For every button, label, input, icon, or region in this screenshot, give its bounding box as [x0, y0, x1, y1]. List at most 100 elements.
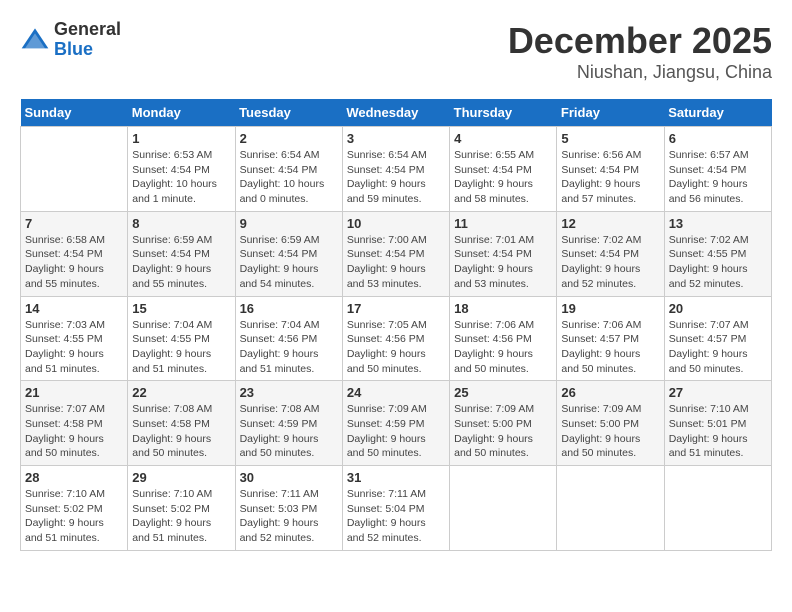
calendar-cell — [21, 127, 128, 212]
day-detail: Sunrise: 6:54 AMSunset: 4:54 PMDaylight:… — [240, 148, 338, 207]
day-detail: Sunrise: 7:05 AMSunset: 4:56 PMDaylight:… — [347, 318, 445, 377]
day-detail: Sunrise: 7:02 AMSunset: 4:54 PMDaylight:… — [561, 233, 659, 292]
day-detail: Sunrise: 7:07 AMSunset: 4:57 PMDaylight:… — [669, 318, 767, 377]
calendar-cell: 21 Sunrise: 7:07 AMSunset: 4:58 PMDayligh… — [21, 381, 128, 466]
calendar-cell — [664, 466, 771, 551]
calendar-cell: 18 Sunrise: 7:06 AMSunset: 4:56 PMDayligh… — [450, 296, 557, 381]
day-number: 22 — [132, 385, 230, 400]
calendar-cell: 27Sunrise: 7:10 AMSunset: 5:01 PMDayligh… — [664, 381, 771, 466]
day-detail: Sunrise: 7:06 AMSunset: 4:57 PMDaylight:… — [561, 318, 659, 377]
calendar-week-row: 21 Sunrise: 7:07 AMSunset: 4:58 PMDayligh… — [21, 381, 772, 466]
day-of-week-header: Friday — [557, 99, 664, 127]
day-number: 24 — [347, 385, 445, 400]
calendar-cell: 9Sunrise: 6:59 AMSunset: 4:54 PMDaylight… — [235, 211, 342, 296]
calendar-cell: 8Sunrise: 6:59 AMSunset: 4:54 PMDaylight… — [128, 211, 235, 296]
calendar-cell: 31Sunrise: 7:11 AMSunset: 5:04 PMDayligh… — [342, 466, 449, 551]
day-number: 13 — [669, 216, 767, 231]
calendar-cell: 15Sunrise: 7:04 AMSunset: 4:55 PMDayligh… — [128, 296, 235, 381]
calendar-cell: 30 Sunrise: 7:11 AMSunset: 5:03 PMDayligh… — [235, 466, 342, 551]
calendar-cell — [450, 466, 557, 551]
calendar-cell: 14 Sunrise: 7:03 AMSunset: 4:55 PMDayligh… — [21, 296, 128, 381]
day-number: 30 — [240, 470, 338, 485]
day-number: 6 — [669, 131, 767, 146]
day-detail: Sunrise: 7:04 AMSunset: 4:56 PMDaylight:… — [240, 318, 338, 377]
calendar-cell: 5 Sunrise: 6:56 AMSunset: 4:54 PMDaylight… — [557, 127, 664, 212]
calendar-cell — [557, 466, 664, 551]
calendar-cell: 24 Sunrise: 7:09 AMSunset: 4:59 PMDayligh… — [342, 381, 449, 466]
calendar-cell: 25 Sunrise: 7:09 AMSunset: 5:00 PMDayligh… — [450, 381, 557, 466]
day-number: 19 — [561, 301, 659, 316]
calendar-week-row: 1Sunrise: 6:53 AMSunset: 4:54 PMDaylight… — [21, 127, 772, 212]
page-header: General Blue December 2025 Niushan, Jian… — [20, 20, 772, 83]
calendar-cell: 28Sunrise: 7:10 AMSunset: 5:02 PMDayligh… — [21, 466, 128, 551]
header-row: SundayMondayTuesdayWednesdayThursdayFrid… — [21, 99, 772, 127]
calendar-cell: 16 Sunrise: 7:04 AMSunset: 4:56 PMDayligh… — [235, 296, 342, 381]
logo-icon — [20, 25, 50, 55]
day-number: 15 — [132, 301, 230, 316]
calendar-cell: 6 Sunrise: 6:57 AMSunset: 4:54 PMDaylight… — [664, 127, 771, 212]
calendar-week-row: 14 Sunrise: 7:03 AMSunset: 4:55 PMDayligh… — [21, 296, 772, 381]
day-number: 11 — [454, 216, 552, 231]
day-detail: Sunrise: 7:08 AMSunset: 4:58 PMDaylight:… — [132, 402, 230, 461]
calendar-week-row: 28Sunrise: 7:10 AMSunset: 5:02 PMDayligh… — [21, 466, 772, 551]
calendar-cell: 26Sunrise: 7:09 AMSunset: 5:00 PMDayligh… — [557, 381, 664, 466]
day-detail: Sunrise: 6:55 AMSunset: 4:54 PMDaylight:… — [454, 148, 552, 207]
day-of-week-header: Saturday — [664, 99, 771, 127]
day-number: 3 — [347, 131, 445, 146]
day-number: 21 — [25, 385, 123, 400]
calendar-cell: 13 Sunrise: 7:02 AMSunset: 4:55 PMDayligh… — [664, 211, 771, 296]
calendar-body: 1Sunrise: 6:53 AMSunset: 4:54 PMDaylight… — [21, 127, 772, 551]
calendar-cell: 29 Sunrise: 7:10 AMSunset: 5:02 PMDayligh… — [128, 466, 235, 551]
calendar-cell: 20 Sunrise: 7:07 AMSunset: 4:57 PMDayligh… — [664, 296, 771, 381]
day-detail: Sunrise: 7:00 AMSunset: 4:54 PMDaylight:… — [347, 233, 445, 292]
calendar-table: SundayMondayTuesdayWednesdayThursdayFrid… — [20, 99, 772, 551]
logo-general: General — [54, 19, 121, 39]
month-title: December 2025 — [508, 20, 772, 62]
day-detail: Sunrise: 7:10 AMSunset: 5:02 PMDaylight:… — [25, 487, 123, 546]
day-number: 23 — [240, 385, 338, 400]
day-number: 17 — [347, 301, 445, 316]
day-of-week-header: Sunday — [21, 99, 128, 127]
logo-blue: Blue — [54, 39, 93, 59]
day-detail: Sunrise: 7:03 AMSunset: 4:55 PMDaylight:… — [25, 318, 123, 377]
calendar-cell: 7 Sunrise: 6:58 AMSunset: 4:54 PMDaylight… — [21, 211, 128, 296]
day-detail: Sunrise: 6:53 AMSunset: 4:54 PMDaylight:… — [132, 148, 230, 207]
day-detail: Sunrise: 7:01 AMSunset: 4:54 PMDaylight:… — [454, 233, 552, 292]
day-detail: Sunrise: 6:56 AMSunset: 4:54 PMDaylight:… — [561, 148, 659, 207]
day-number: 14 — [25, 301, 123, 316]
day-detail: Sunrise: 7:10 AMSunset: 5:02 PMDaylight:… — [132, 487, 230, 546]
day-detail: Sunrise: 7:09 AMSunset: 5:00 PMDaylight:… — [454, 402, 552, 461]
day-detail: Sunrise: 7:09 AMSunset: 4:59 PMDaylight:… — [347, 402, 445, 461]
calendar-cell: 17 Sunrise: 7:05 AMSunset: 4:56 PMDayligh… — [342, 296, 449, 381]
calendar-cell: 12Sunrise: 7:02 AMSunset: 4:54 PMDayligh… — [557, 211, 664, 296]
day-detail: Sunrise: 7:02 AMSunset: 4:55 PMDaylight:… — [669, 233, 767, 292]
day-number: 2 — [240, 131, 338, 146]
title-block: December 2025 Niushan, Jiangsu, China — [508, 20, 772, 83]
day-of-week-header: Wednesday — [342, 99, 449, 127]
calendar-header: SundayMondayTuesdayWednesdayThursdayFrid… — [21, 99, 772, 127]
day-detail: Sunrise: 7:11 AMSunset: 5:04 PMDaylight:… — [347, 487, 445, 546]
location: Niushan, Jiangsu, China — [508, 62, 772, 83]
day-number: 20 — [669, 301, 767, 316]
day-number: 26 — [561, 385, 659, 400]
day-number: 7 — [25, 216, 123, 231]
day-number: 29 — [132, 470, 230, 485]
day-number: 25 — [454, 385, 552, 400]
logo: General Blue — [20, 20, 121, 60]
calendar-cell: 1Sunrise: 6:53 AMSunset: 4:54 PMDaylight… — [128, 127, 235, 212]
day-number: 16 — [240, 301, 338, 316]
day-detail: Sunrise: 7:11 AMSunset: 5:03 PMDaylight:… — [240, 487, 338, 546]
day-detail: Sunrise: 7:06 AMSunset: 4:56 PMDaylight:… — [454, 318, 552, 377]
day-detail: Sunrise: 7:07 AMSunset: 4:58 PMDaylight:… — [25, 402, 123, 461]
day-number: 8 — [132, 216, 230, 231]
day-detail: Sunrise: 6:54 AMSunset: 4:54 PMDaylight:… — [347, 148, 445, 207]
day-detail: Sunrise: 7:10 AMSunset: 5:01 PMDaylight:… — [669, 402, 767, 461]
day-detail: Sunrise: 6:57 AMSunset: 4:54 PMDaylight:… — [669, 148, 767, 207]
day-of-week-header: Monday — [128, 99, 235, 127]
logo-text: General Blue — [54, 20, 121, 60]
day-number: 18 — [454, 301, 552, 316]
day-number: 5 — [561, 131, 659, 146]
calendar-cell: 19 Sunrise: 7:06 AMSunset: 4:57 PMDayligh… — [557, 296, 664, 381]
day-detail: Sunrise: 6:58 AMSunset: 4:54 PMDaylight:… — [25, 233, 123, 292]
calendar-cell: 22 Sunrise: 7:08 AMSunset: 4:58 PMDayligh… — [128, 381, 235, 466]
